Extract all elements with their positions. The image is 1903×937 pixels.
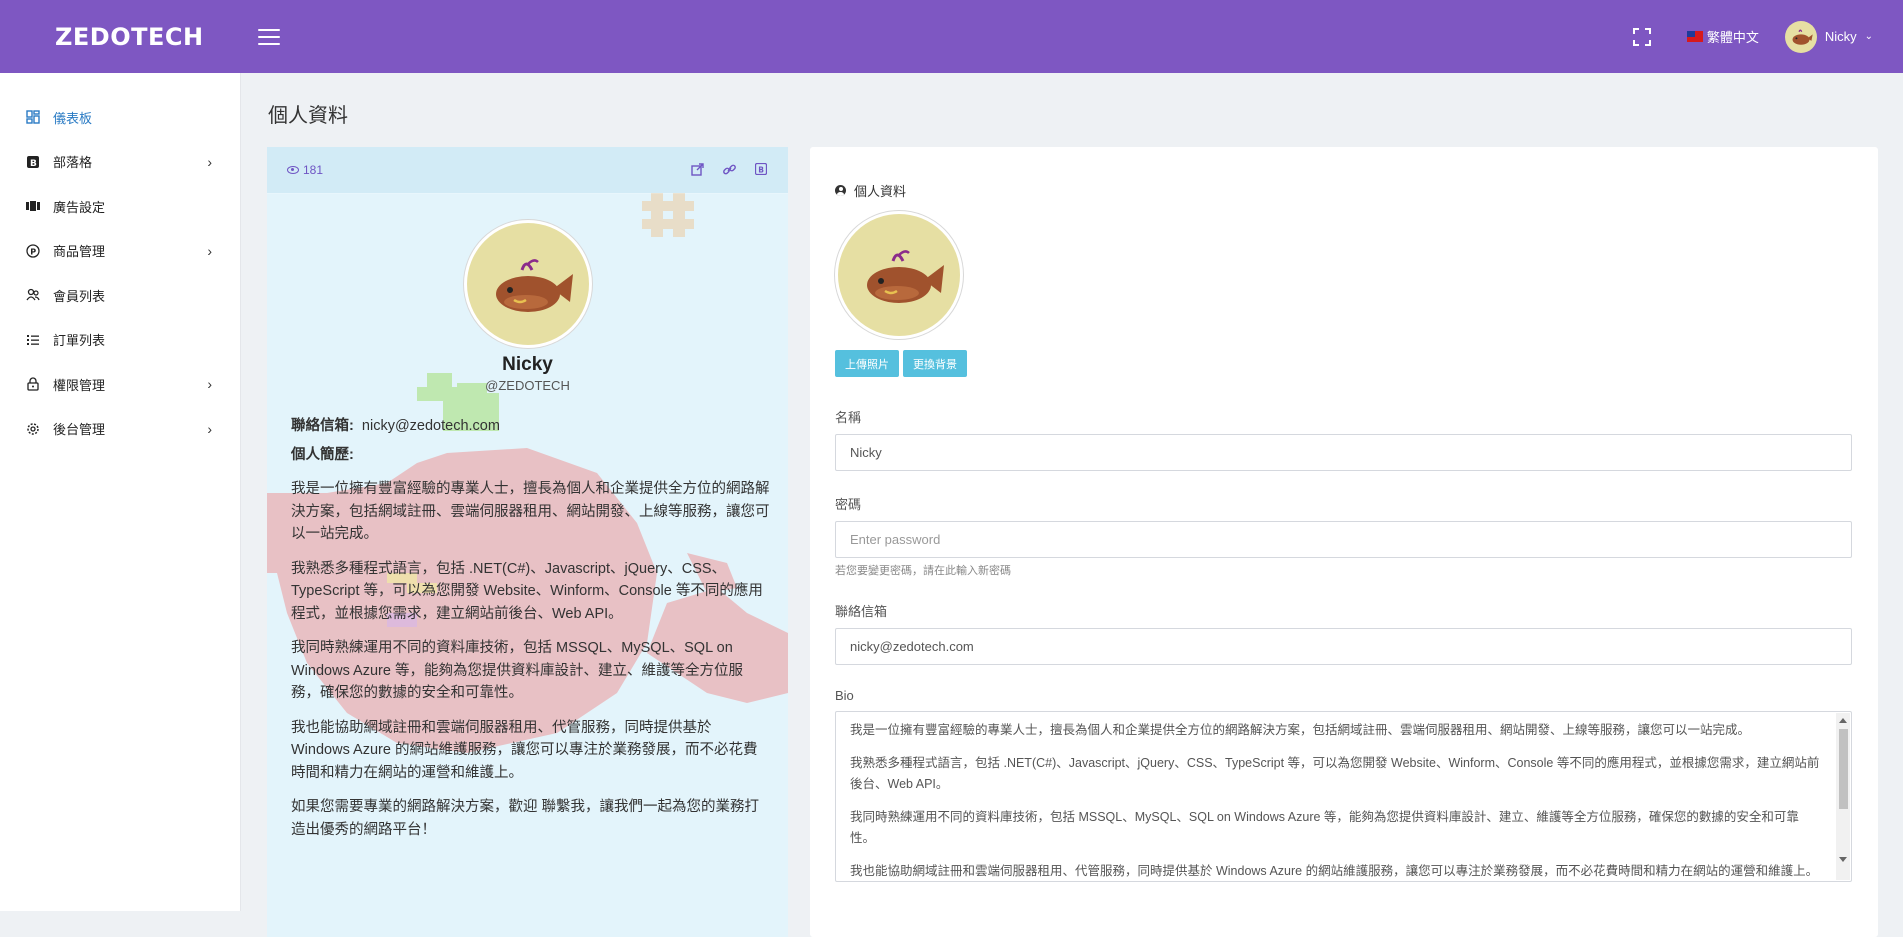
sidebar-item-label: 後台管理 <box>53 422 106 438</box>
taiwan-flag-icon <box>1686 31 1703 42</box>
sidebar-item-label: 部落格 <box>53 155 93 171</box>
email-field[interactable] <box>835 628 1852 665</box>
bio-paragraph: 我也能協助網域註冊和雲端伺服器租用、代管服務，同時提供基於 Windows Az… <box>291 719 758 781</box>
sidebar-item-label: 訂單列表 <box>53 333 106 349</box>
bio-text-paragraph: 我也能協助網域註冊和雲端伺服器租用、代管服務，同時提供基於 Windows Az… <box>850 863 1819 878</box>
name-label: 名稱 <box>835 410 862 425</box>
chevron-down-icon: ⌄ <box>1864 31 1873 42</box>
textarea-scrollbar[interactable] <box>1836 713 1850 880</box>
svg-text:B: B <box>758 165 764 174</box>
scroll-thumb[interactable] <box>1839 729 1848 809</box>
members-icon <box>25 287 41 303</box>
chevron-right-icon: › <box>207 420 212 437</box>
ad-icon <box>25 198 41 214</box>
blog-icon: B <box>25 154 41 170</box>
orders-icon <box>25 332 41 348</box>
profile-card-header: 181 B <box>267 147 788 193</box>
svg-text:P: P <box>30 247 36 256</box>
sidebar-item-label: 儀表板 <box>53 110 93 126</box>
sidebar-item-members[interactable]: 會員列表 <box>0 273 240 318</box>
language-label: 繁體中文 <box>1706 30 1759 45</box>
bio-text-paragraph: 我熟悉多種程式語言，包括 .NET(C#)、Javascript、jQuery、… <box>850 755 1820 792</box>
username: Nicky <box>1824 29 1857 44</box>
product-icon: P <box>25 243 41 259</box>
name-group: 名稱 <box>835 407 1852 471</box>
view-count: 181 <box>287 163 323 177</box>
email-value[interactable]: nicky@zedotech.com <box>362 418 500 434</box>
form-avatar <box>835 211 963 339</box>
top-navbar: ZEDOTECH 繁體中文 Nicky ⌄ <box>0 0 1903 73</box>
email-row: 聯絡信箱: nicky@zedotech.com <box>291 415 771 438</box>
eye-icon <box>287 166 299 174</box>
bio-label-row: 個人簡歷: <box>291 444 771 467</box>
profile-handle: @ZEDOTECH <box>485 378 570 393</box>
navbar-right: 繁體中文 Nicky ⌄ <box>1632 20 1903 53</box>
dashboard-icon <box>25 109 41 125</box>
sidebar-item-orders[interactable]: 訂單列表 <box>0 318 240 363</box>
scroll-up-icon[interactable] <box>1839 718 1847 723</box>
email-label: 聯絡信箱 <box>835 604 888 619</box>
bio-text-paragraph: 我是一位擁有豐富經驗的專業人士，擅長為個人和企業提供全方位的網路解決方案，包括網… <box>850 723 1751 737</box>
sidebar-item-label: 廣告設定 <box>53 199 106 215</box>
scroll-down-icon[interactable] <box>1839 857 1847 862</box>
link-icon[interactable] <box>722 163 736 177</box>
sidebar-item-label: 權限管理 <box>53 377 106 393</box>
sidebar-item-label: 商品管理 <box>53 244 106 260</box>
bio-text-paragraph: 我同時熟練運用不同的資料庫技術，包括 MSSQL、MySQL、SQL on Wi… <box>850 809 1799 846</box>
bio-textarea[interactable]: 我是一位擁有豐富經驗的專業人士，擅長為個人和企業提供全方位的網路解決方案，包括網… <box>835 711 1852 882</box>
profile-card: 181 B Nicky @ZEDOTECH 聯絡信箱: nicky@zedote… <box>267 147 788 937</box>
password-group: 密碼 若您要變更密碼，請在此輸入新密碼 <box>835 494 1852 578</box>
upload-photo-button[interactable]: 上傳照片 <box>835 350 899 377</box>
profile-form-card: 個人資料 上傳照片 更換背景 名稱 密碼 若您要變更密碼，請在此輸入新密碼 聯絡… <box>810 147 1878 937</box>
language-selector[interactable]: 繁體中文 <box>1686 27 1759 46</box>
page-title: 個人資料 <box>268 105 348 127</box>
password-help: 若您要變更密碼，請在此輸入新密碼 <box>835 565 1011 577</box>
profile-name: Nicky <box>502 354 553 375</box>
bio-paragraph: 如果您需要專業的網路解決方案，歡迎 聯繫我，讓我們一起為您的業務打造出優秀的網路… <box>291 799 760 838</box>
menu-toggle-icon[interactable] <box>258 28 280 45</box>
brand-logo[interactable]: ZEDOTECH <box>0 23 240 51</box>
view-count-value: 181 <box>303 163 324 177</box>
avatar <box>1784 20 1817 53</box>
sidebar-item-permissions[interactable]: 權限管理 › <box>0 362 240 407</box>
password-field[interactable] <box>835 521 1852 558</box>
chevron-right-icon: › <box>207 242 212 259</box>
bio-label: Bio <box>835 688 854 703</box>
profile-info: 聯絡信箱: nicky@zedotech.com 個人簡歷: 我是一位擁有豐富經… <box>291 415 771 841</box>
password-label: 密碼 <box>835 497 862 512</box>
chevron-right-icon: › <box>207 153 212 170</box>
sidebar-item-label: 會員列表 <box>53 288 106 304</box>
bio-paragraph: 我熟悉多種程式語言，包括 .NET(C#)、Javascript、jQuery、… <box>291 560 763 622</box>
external-link-icon[interactable] <box>690 163 704 177</box>
change-background-button[interactable]: 更換背景 <box>903 350 967 377</box>
lock-icon <box>25 376 41 392</box>
svg-text:B: B <box>30 159 37 169</box>
form-section-title-text: 個人資料 <box>854 184 907 199</box>
form-section-title: 個人資料 <box>835 181 906 200</box>
sidebar: 儀表板 B 部落格 › 廣告設定 P 商品管理 › 會員列表 訂單列表 權限管理… <box>0 73 241 911</box>
sidebar-item-admin[interactable]: 後台管理 › <box>0 407 240 452</box>
user-menu[interactable]: Nicky ⌄ <box>1784 20 1873 53</box>
sidebar-item-ads[interactable]: 廣告設定 <box>0 184 240 229</box>
email-group: 聯絡信箱 <box>835 601 1852 665</box>
fullscreen-icon[interactable] <box>1632 27 1651 46</box>
sidebar-item-products[interactable]: P 商品管理 › <box>0 229 240 274</box>
profile-avatar <box>464 220 592 348</box>
gear-icon <box>25 421 41 437</box>
bio-group: Bio 我是一位擁有豐富經驗的專業人士，擅長為個人和企業提供全方位的網路解決方案… <box>835 688 1852 882</box>
bio-paragraph: 我同時熟練運用不同的資料庫技術，包括 MSSQL、MySQL、SQL on Wi… <box>291 640 743 701</box>
chevron-right-icon: › <box>207 376 212 393</box>
user-circle-icon <box>835 185 846 196</box>
bio-paragraph: 我是一位擁有豐富經驗的專業人士，擅長為個人和企業提供全方位的網路解決方案，包括網… <box>291 481 770 542</box>
avatar-buttons: 上傳照片 更換背景 <box>835 350 967 377</box>
email-label: 聯絡信箱: <box>291 418 354 434</box>
sidebar-item-dashboard[interactable]: 儀表板 <box>0 95 240 140</box>
main-content: 個人資料 181 B Nicky @ZEDOTECH 聯絡信箱: nicky@z… <box>242 73 1903 937</box>
sidebar-item-blog[interactable]: B 部落格 › <box>0 140 240 185</box>
name-field[interactable] <box>835 434 1852 471</box>
blog-icon[interactable]: B <box>754 162 768 177</box>
bio-label: 個人簡歷: <box>291 446 354 463</box>
